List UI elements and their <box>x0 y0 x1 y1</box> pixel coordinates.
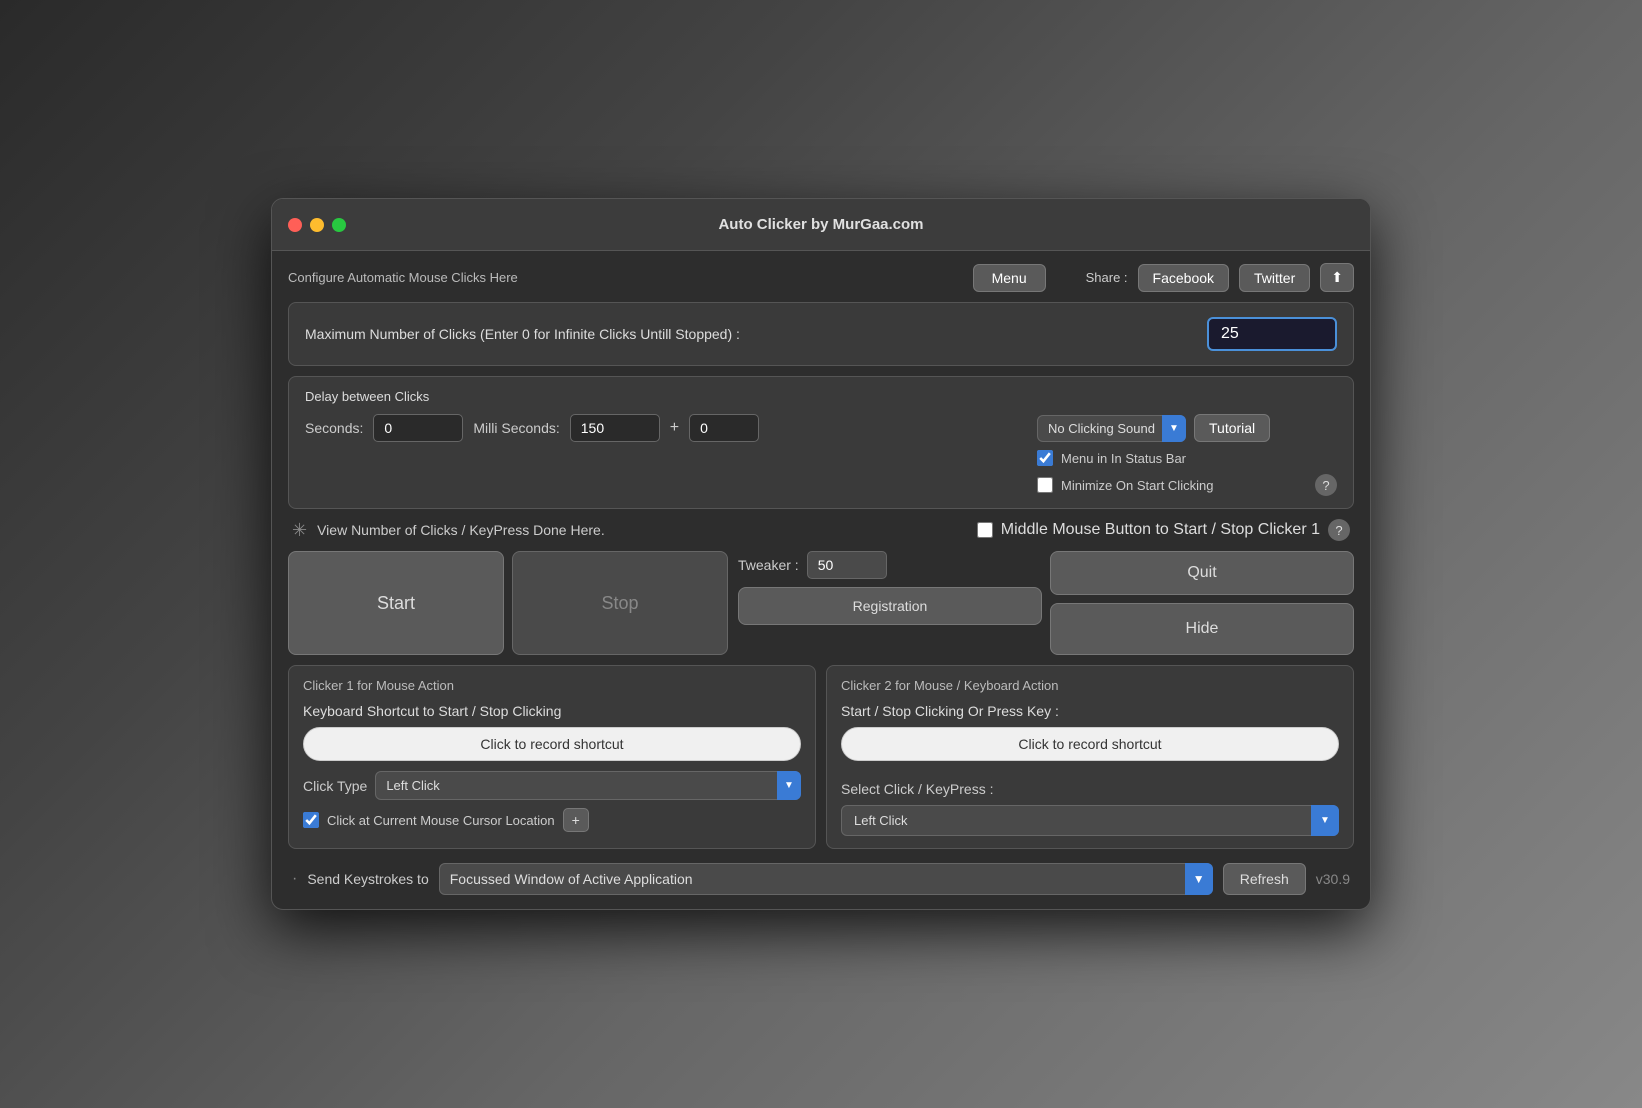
max-clicks-section: Maximum Number of Clicks (Enter 0 for In… <box>288 302 1354 366</box>
delay-section: Delay between Clicks Seconds: Milli Seco… <box>288 376 1354 509</box>
minimize-row: Minimize On Start Clicking <box>1037 477 1307 493</box>
tweaker-input[interactable] <box>807 551 887 579</box>
minimize-button[interactable] <box>310 218 324 232</box>
current-loc-row: Click at Current Mouse Cursor Location + <box>303 808 801 832</box>
sound-row: No Clicking Sound Click Sound 1 Click So… <box>1037 414 1337 442</box>
menu-status-bar-label: Menu in In Status Bar <box>1061 451 1186 466</box>
share-label: Share : <box>1086 270 1128 285</box>
configure-label: Configure Automatic Mouse Clicks Here <box>288 270 963 285</box>
clicker1-shortcut-title: Keyboard Shortcut to Start / Stop Clicki… <box>303 703 801 719</box>
traffic-lights <box>288 218 346 232</box>
keystrokes-label: Send Keystrokes to <box>307 871 428 887</box>
seconds-input[interactable] <box>373 414 463 442</box>
ms-label: Milli Seconds: <box>473 420 559 436</box>
right-controls-col: Tweaker : Registration Quit Hide <box>738 551 1354 655</box>
minimize-label: Minimize On Start Clicking <box>1061 478 1213 493</box>
share-icon: ⬆ <box>1331 269 1343 285</box>
clicker2-select-wrapper: Left Click Right Click Double Click ▼ <box>841 805 1339 836</box>
hide-button[interactable]: Hide <box>1050 603 1354 655</box>
click-type-select-wrapper: Left Click Right Click Double Click ▼ <box>375 771 801 800</box>
ms-input[interactable] <box>570 414 660 442</box>
clicker1-shortcut-button[interactable]: Click to record shortcut <box>303 727 801 761</box>
menu-button[interactable]: Menu <box>973 264 1046 292</box>
max-clicks-row: Maximum Number of Clicks (Enter 0 for In… <box>305 317 1337 351</box>
clicker1-title: Clicker 1 for Mouse Action <box>303 678 801 693</box>
menu-status-bar-row: Menu in In Status Bar <box>1037 450 1337 466</box>
middle-mouse-label: Middle Mouse Button to Start / Stop Clic… <box>1001 521 1320 539</box>
view-clicks-label: View Number of Clicks / KeyPress Done He… <box>317 522 967 538</box>
delay-row: Seconds: Milli Seconds: + <box>305 414 1021 442</box>
bottom-row: · Send Keystrokes to Focussed Window of … <box>288 859 1354 895</box>
clicker2-shortcut-button[interactable]: Click to record shortcut <box>841 727 1339 761</box>
spinner-icon: ✳ <box>292 520 307 541</box>
version-label: v30.9 <box>1316 871 1350 887</box>
click-type-row: Click Type Left Click Right Click Double… <box>303 771 801 800</box>
seconds-label: Seconds: <box>305 420 363 436</box>
tutorial-button[interactable]: Tutorial <box>1194 414 1270 442</box>
minimize-checkbox[interactable] <box>1037 477 1053 493</box>
stop-button[interactable]: Stop <box>512 551 728 655</box>
current-loc-label: Click at Current Mouse Cursor Location <box>327 813 555 828</box>
main-content: Configure Automatic Mouse Clicks Here Me… <box>272 251 1370 909</box>
current-loc-checkbox[interactable] <box>303 812 319 828</box>
plus-sign: + <box>670 419 679 437</box>
maximize-button[interactable] <box>332 218 346 232</box>
middle-mouse-help-icon[interactable]: ? <box>1328 519 1350 541</box>
quit-button[interactable]: Quit <box>1050 551 1354 595</box>
twitter-button[interactable]: Twitter <box>1239 264 1310 292</box>
clicker1-box: Clicker 1 for Mouse Action Keyboard Shor… <box>288 665 816 849</box>
facebook-button[interactable]: Facebook <box>1138 264 1229 292</box>
titlebar: Auto Clicker by MurGaa.com <box>272 199 1370 251</box>
dot-label: · <box>292 870 297 888</box>
middle-mouse-row: Middle Mouse Button to Start / Stop Clic… <box>977 519 1350 541</box>
quit-hide-col: Quit Hide <box>1050 551 1354 655</box>
clicker2-box: Clicker 2 for Mouse / Keyboard Action St… <box>826 665 1354 849</box>
top-row: Configure Automatic Mouse Clicks Here Me… <box>288 263 1354 292</box>
window-title: Auto Clicker by MurGaa.com <box>718 216 923 233</box>
tweaker-row: Tweaker : <box>738 551 1042 579</box>
max-clicks-input[interactable] <box>1207 317 1337 351</box>
delay-title: Delay between Clicks <box>305 389 1337 404</box>
action-main-row: Start Stop Tweaker : Registration Quit H… <box>288 551 1354 655</box>
extra-ms-input[interactable] <box>689 414 759 442</box>
plus-button[interactable]: + <box>563 808 589 832</box>
clicker2-title: Clicker 2 for Mouse / Keyboard Action <box>841 678 1339 693</box>
middle-mouse-checkbox[interactable] <box>977 522 993 538</box>
app-window: Auto Clicker by MurGaa.com Configure Aut… <box>271 198 1371 910</box>
clicker2-select[interactable]: Left Click Right Click Double Click <box>841 805 1339 836</box>
sound-select-wrapper: No Clicking Sound Click Sound 1 Click So… <box>1037 415 1186 442</box>
clickers-row: Clicker 1 for Mouse Action Keyboard Shor… <box>288 665 1354 849</box>
tweaker-label: Tweaker : <box>738 557 799 573</box>
registration-button[interactable]: Registration <box>738 587 1042 625</box>
close-button[interactable] <box>288 218 302 232</box>
tweaker-reg-col: Tweaker : Registration <box>738 551 1042 655</box>
view-clicks-row: ✳ View Number of Clicks / KeyPress Done … <box>288 519 1354 541</box>
menu-status-bar-checkbox[interactable] <box>1037 450 1053 466</box>
start-button[interactable]: Start <box>288 551 504 655</box>
refresh-button[interactable]: Refresh <box>1223 863 1306 895</box>
start-stop-col: Start Stop <box>288 551 728 655</box>
sound-select[interactable]: No Clicking Sound Click Sound 1 Click So… <box>1037 415 1186 442</box>
clicker2-shortcut-title: Start / Stop Clicking Or Press Key : <box>841 703 1339 719</box>
minimize-help-icon[interactable]: ? <box>1315 474 1337 496</box>
share-icon-button[interactable]: ⬆ <box>1320 263 1354 292</box>
clicker2-select-label: Select Click / KeyPress : <box>841 781 1339 797</box>
click-type-select[interactable]: Left Click Right Click Double Click <box>375 771 801 800</box>
keystrokes-select[interactable]: Focussed Window of Active Application Al… <box>439 863 1213 895</box>
max-clicks-label: Maximum Number of Clicks (Enter 0 for In… <box>305 326 1195 342</box>
click-type-label: Click Type <box>303 778 367 794</box>
keystrokes-select-wrapper: Focussed Window of Active Application Al… <box>439 863 1213 895</box>
